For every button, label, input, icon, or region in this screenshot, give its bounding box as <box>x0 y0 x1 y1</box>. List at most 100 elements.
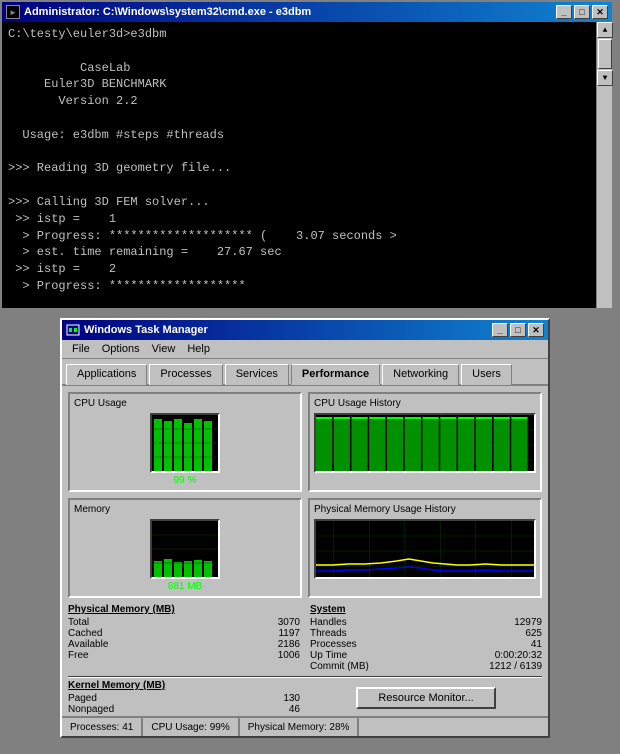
tab-applications[interactable]: Applications <box>66 364 147 385</box>
tm-close-button[interactable]: ✕ <box>528 323 544 337</box>
cmd-line-7: Usage: e3dbm #steps #threads <box>8 127 606 144</box>
system-handles: Handles 12979 <box>310 617 542 628</box>
tm-performance-panel: CPU Usage <box>62 386 548 722</box>
tm-minimize-button[interactable]: _ <box>492 323 508 337</box>
cmd-scroll-up[interactable]: ▲ <box>597 22 613 38</box>
system-uptime-value: 0:00:20:32 <box>482 650 542 661</box>
status-memory: Physical Memory: 28% <box>240 718 360 736</box>
cpu-percent-label: 99 % <box>74 475 296 486</box>
cpu-history-box: CPU Usage History <box>308 392 542 492</box>
mem-history-graph <box>314 519 536 579</box>
cmd-line-2 <box>8 43 606 60</box>
tm-menu-options[interactable]: Options <box>96 342 146 356</box>
system-title: System <box>310 604 542 615</box>
kernel-paged-value: 130 <box>240 693 300 704</box>
kernel-mem-title: Kernel Memory (MB) <box>68 680 300 691</box>
tm-menu-view[interactable]: View <box>146 342 182 356</box>
phys-mem-total-label: Total <box>68 617 89 628</box>
tab-networking[interactable]: Networking <box>382 364 459 385</box>
tm-maximize-button[interactable]: □ <box>510 323 526 337</box>
system-commit-value: 1212 / 6139 <box>482 661 542 672</box>
tm-menubar: File Options View Help <box>62 340 548 359</box>
system-commit-label: Commit (MB) <box>310 661 369 672</box>
system-processes: Processes 41 <box>310 639 542 650</box>
cmd-line-3: CaseLab <box>8 60 606 77</box>
cpu-history-title: CPU Usage History <box>314 398 536 409</box>
cpu-small-graph <box>150 413 220 473</box>
system-threads-value: 625 <box>482 628 542 639</box>
tab-performance[interactable]: Performance <box>291 364 380 385</box>
cmd-line-11: >>> Calling 3D FEM solver... <box>8 194 606 211</box>
system-threads: Threads 625 <box>310 628 542 639</box>
cpu-usage-box: CPU Usage <box>68 392 302 492</box>
cmd-scroll-thumb[interactable] <box>598 39 612 69</box>
cmd-line-16: > Progress: ******************* <box>8 278 606 295</box>
cmd-line-5: Version 2.2 <box>8 93 606 110</box>
kernel-mem-paged: Paged 130 <box>68 693 300 704</box>
phys-mem-total-value: 3070 <box>240 617 300 628</box>
resource-monitor-section: Resource Monitor... <box>310 680 542 715</box>
memory-small-graph <box>150 519 220 579</box>
memory-box: Memory <box>68 498 302 598</box>
system-processes-value: 41 <box>482 639 542 650</box>
cmd-scroll-down[interactable]: ▼ <box>597 70 613 86</box>
cmd-line-10 <box>8 177 606 194</box>
cmd-controls: _ □ ✕ <box>556 5 608 19</box>
kernel-row: Kernel Memory (MB) Paged 130 Nonpaged 46… <box>68 680 542 715</box>
cmd-line-9: >>> Reading 3D geometry file... <box>8 160 606 177</box>
tab-users[interactable]: Users <box>461 364 512 385</box>
kernel-mem-nonpaged: Nonpaged 46 <box>68 704 300 715</box>
stats-divider <box>68 676 542 678</box>
system-processes-label: Processes <box>310 639 357 650</box>
tm-menu-file[interactable]: File <box>66 342 96 356</box>
cmd-line-13: > Progress: ******************** ( 3.07 … <box>8 228 606 245</box>
mem-history-title: Physical Memory Usage History <box>314 504 536 515</box>
kernel-nonpaged-value: 46 <box>240 704 300 715</box>
task-manager-window: Windows Task Manager _ □ ✕ File Options … <box>60 318 550 738</box>
status-cpu: CPU Usage: 99% <box>143 718 239 736</box>
cmd-title: Administrator: C:\Windows\system32\cmd.e… <box>24 6 556 18</box>
stats-row: Physical Memory (MB) Total 3070 Cached 1… <box>68 604 542 672</box>
phys-mem-available: Available 2186 <box>68 639 300 650</box>
tm-menu-help[interactable]: Help <box>181 342 216 356</box>
status-processes: Processes: 41 <box>62 718 143 736</box>
phys-mem-free: Free 1006 <box>68 650 300 661</box>
memory-title: Memory <box>74 504 296 515</box>
cmd-maximize-button[interactable]: □ <box>574 5 590 19</box>
system-uptime-label: Up Time <box>310 650 347 661</box>
perf-top-grid: CPU Usage <box>68 392 542 492</box>
cmd-titlebar: ► Administrator: C:\Windows\system32\cmd… <box>2 2 612 22</box>
cmd-window: ► Administrator: C:\Windows\system32\cmd… <box>0 0 614 310</box>
cmd-line-14: > est. time remaining = 27.67 sec <box>8 244 606 261</box>
tm-title: Windows Task Manager <box>84 324 492 336</box>
resource-monitor-button[interactable]: Resource Monitor... <box>356 687 495 709</box>
cmd-close-button[interactable]: ✕ <box>592 5 608 19</box>
tm-statusbar: Processes: 41 CPU Usage: 99% Physical Me… <box>62 716 548 736</box>
cmd-line-15: >> istp = 2 <box>8 261 606 278</box>
phys-mem-title: Physical Memory (MB) <box>68 604 300 615</box>
phys-mem-cached: Cached 1197 <box>68 628 300 639</box>
cmd-minimize-button[interactable]: _ <box>556 5 572 19</box>
system-handles-value: 12979 <box>482 617 542 628</box>
cmd-titlebar-icon: ► <box>6 5 20 19</box>
phys-mem-avail-value: 2186 <box>240 639 300 650</box>
cmd-line-1: C:\testy\euler3d>e3dbm <box>8 26 606 43</box>
cmd-scrollbar[interactable]: ▲ ▼ <box>596 22 612 308</box>
tm-titlebar-icon <box>66 323 80 337</box>
perf-bottom-grid: Memory <box>68 498 542 598</box>
tab-processes[interactable]: Processes <box>149 364 222 385</box>
cmd-line-8 <box>8 144 606 161</box>
physical-memory-section: Physical Memory (MB) Total 3070 Cached 1… <box>68 604 300 672</box>
cmd-line-4: Euler3D BENCHMARK <box>8 76 606 93</box>
phys-mem-cached-label: Cached <box>68 628 102 639</box>
phys-mem-avail-label: Available <box>68 639 108 650</box>
kernel-memory-section: Kernel Memory (MB) Paged 130 Nonpaged 46 <box>68 680 300 715</box>
phys-mem-cached-value: 1197 <box>240 628 300 639</box>
memory-mb-label: 881 MB <box>74 581 296 592</box>
tm-controls: _ □ ✕ <box>492 323 544 337</box>
tab-services[interactable]: Services <box>225 364 289 385</box>
tm-tabs: Applications Processes Services Performa… <box>62 359 548 386</box>
system-threads-label: Threads <box>310 628 347 639</box>
system-commit: Commit (MB) 1212 / 6139 <box>310 661 542 672</box>
cmd-body: C:\testy\euler3d>e3dbm CaseLab Euler3D B… <box>2 22 612 308</box>
